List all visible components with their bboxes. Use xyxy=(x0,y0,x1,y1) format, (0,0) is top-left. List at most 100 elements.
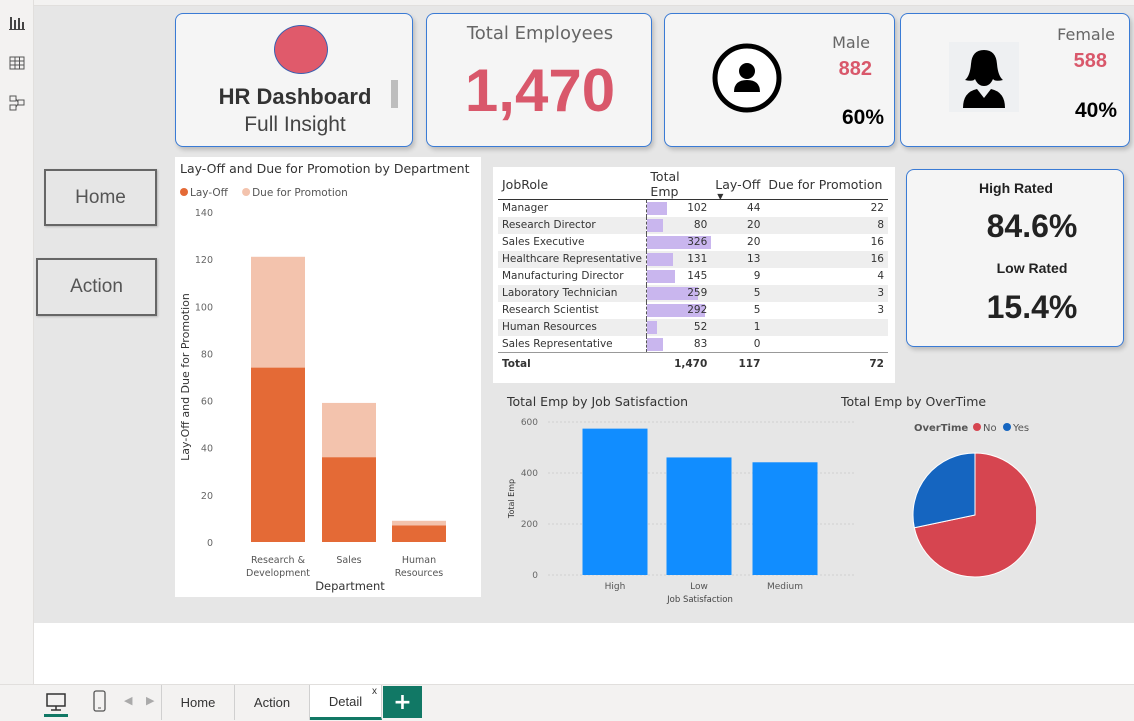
table-row[interactable]: Sales Representative 83 0 xyxy=(498,335,888,353)
desktop-layout-button[interactable] xyxy=(42,689,70,717)
close-tab-icon[interactable]: x xyxy=(372,686,377,697)
tab-action[interactable]: Action xyxy=(235,685,310,720)
legend-marker xyxy=(973,423,981,431)
bar-segment[interactable] xyxy=(322,402,376,458)
tab-scroll-left-icon[interactable]: ◀ xyxy=(124,694,132,707)
y-tick-label: 40 xyxy=(201,444,213,455)
bar-segment[interactable] xyxy=(251,367,305,542)
bar[interactable] xyxy=(752,462,818,575)
total-employees-value: 1,470 xyxy=(464,57,616,124)
bar-segment[interactable] xyxy=(392,525,446,543)
total-emp-cell: 131 xyxy=(645,250,712,268)
layoff-sum-cell: 117 xyxy=(711,352,765,375)
table-row[interactable]: Manufacturing Director 145 9 4 xyxy=(498,267,888,285)
male-label: Male xyxy=(832,33,870,52)
table-row[interactable]: Sales Executive 326 20 16 xyxy=(498,233,888,251)
bar[interactable] xyxy=(582,428,648,575)
table-row[interactable]: Research Scientist 292 5 3 xyxy=(498,301,888,319)
col-header-total-emp[interactable]: Total Emp xyxy=(646,169,712,200)
table-row[interactable]: Laboratory Technician 259 5 3 xyxy=(498,284,888,302)
total-emp-databar xyxy=(646,337,664,351)
table-row[interactable]: Healthcare Representative 131 13 16 xyxy=(498,250,888,268)
layoff-cell: 44 xyxy=(747,202,761,215)
tab-detail-label: Detail xyxy=(328,693,363,709)
jobrole-cell: Healthcare Representative xyxy=(498,250,647,268)
legend-label: No xyxy=(983,423,997,434)
total-emp-cell: 259 xyxy=(645,284,712,302)
legend-marker xyxy=(242,188,251,196)
jobrole-cell: Human Resources xyxy=(498,318,647,336)
x-tick-label: Research & xyxy=(251,555,306,566)
pie-slice[interactable] xyxy=(912,452,976,529)
view-switcher-rail xyxy=(0,0,34,684)
y-tick-label: 20 xyxy=(201,491,213,502)
x-tick-label: High xyxy=(605,582,626,592)
y-tick-label: 0 xyxy=(207,538,213,549)
total-emp-cell: 292 xyxy=(645,301,712,319)
bar-segment[interactable] xyxy=(322,457,376,542)
total-emp-databar xyxy=(646,218,664,232)
bar-segment[interactable] xyxy=(392,520,446,526)
col-header-jobrole[interactable]: JobRole xyxy=(498,169,647,200)
total-emp-databar xyxy=(646,320,658,334)
total-emp-databar xyxy=(646,252,673,266)
y-tick-label: 200 xyxy=(521,520,538,530)
action-nav-button[interactable]: Action xyxy=(36,258,157,316)
total-employees-card: Total Employees 1,470 xyxy=(426,13,652,147)
jobrole-cell: Laboratory Technician xyxy=(498,284,647,302)
y-tick-label: 80 xyxy=(201,349,213,360)
legend-label: Due for Promotion xyxy=(252,187,348,199)
home-nav-button[interactable]: Home xyxy=(44,169,157,226)
layoff-cell: 20 xyxy=(711,216,765,234)
promotion-cell xyxy=(764,318,888,336)
total-emp-cell: 326 xyxy=(645,233,712,251)
jobrole-cell: Sales Representative xyxy=(502,337,613,350)
sort-descending-icon: ▼ xyxy=(717,192,724,201)
total-emp-databar xyxy=(646,269,676,283)
jobrole-cell: Sales Executive xyxy=(502,236,585,248)
tab-detail[interactable]: Detail x xyxy=(310,685,382,720)
add-page-button[interactable]: + xyxy=(383,686,422,718)
total-employees-label: Total Employees xyxy=(466,23,614,44)
x-tick-label: Sales xyxy=(336,555,361,566)
high-rated-value: 84.6% xyxy=(986,208,1078,244)
col-header-layoff[interactable]: Lay-Off ▼ xyxy=(711,169,765,201)
table-row[interactable]: Human Resources 52 1 xyxy=(498,318,888,336)
total-emp-cell: 52 xyxy=(645,318,712,336)
total-emp-sum-cell: 1,470 xyxy=(646,352,712,375)
table-row[interactable]: Research Director 80 20 8 xyxy=(498,216,888,234)
scroll-indicator xyxy=(391,80,398,108)
tab-scroll-right-icon[interactable]: ▶ xyxy=(146,694,154,707)
dashboard-title: HR Dashboard xyxy=(218,84,372,109)
tab-home[interactable]: Home xyxy=(161,685,235,720)
report-view-icon[interactable] xyxy=(8,14,26,32)
female-percent: 40% xyxy=(1074,99,1117,122)
chart-title: Lay-Off and Due for Promotion by Departm… xyxy=(180,161,470,176)
total-label-cell: Total xyxy=(498,352,647,375)
legend-label: Lay-Off xyxy=(190,187,229,199)
bar-segment[interactable] xyxy=(251,256,305,368)
y-tick-label: 60 xyxy=(201,397,213,408)
legend-label: Yes xyxy=(1012,423,1029,434)
x-tick-label: Medium xyxy=(767,582,803,592)
promotion-sum-cell: 72 xyxy=(764,352,888,375)
total-emp-cell: 83 xyxy=(645,335,712,353)
y-axis-title: Total Emp xyxy=(507,479,516,519)
promotion-cell: 16 xyxy=(870,236,884,248)
jobrole-table: JobRole Total Emp Lay-Off ▼ Due for Promo… xyxy=(498,169,888,375)
low-rated-label: Low Rated xyxy=(996,260,1068,276)
legend-marker xyxy=(180,188,188,196)
mobile-layout-icon[interactable] xyxy=(92,690,108,714)
total-emp-cell: 80 xyxy=(645,216,712,234)
total-emp-cell: 145 xyxy=(645,267,712,285)
table-row[interactable]: Manager 102 44 22 xyxy=(498,199,888,217)
table-view-icon[interactable] xyxy=(8,54,26,72)
bar[interactable] xyxy=(666,457,732,575)
female-count: 588 xyxy=(1073,50,1107,72)
female-user-icon xyxy=(949,42,1019,112)
promotion-cell: 3 xyxy=(764,284,888,302)
rating-card: High Rated 84.6% Low Rated 15.4% xyxy=(906,169,1124,347)
model-view-icon[interactable] xyxy=(8,94,26,112)
promotion-cell: 8 xyxy=(764,216,888,234)
col-header-promotion[interactable]: Due for Promotion xyxy=(764,169,888,200)
